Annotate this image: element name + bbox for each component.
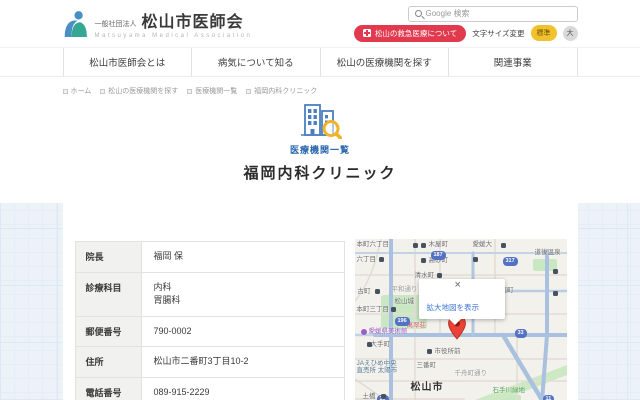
station-icon	[552, 291, 558, 296]
row-value: 790-0002	[140, 315, 345, 347]
station-icon	[420, 258, 426, 263]
breadcrumb-item[interactable]: 松山の医療機関を探す	[100, 86, 178, 96]
row-value: 089-915-2229	[140, 376, 345, 400]
map-place-label: 本町三丁目	[356, 306, 390, 313]
table-row: 電話番号 089-915-2229	[74, 376, 345, 400]
content-card: 院長 福岡 保診療科目 内科 胃腸科 郵便番号 790-0002 住所 松山市二番町3丁目1…	[62, 203, 578, 400]
map-place-label: 三番町	[416, 362, 437, 369]
table-row: 診療科目 内科 胃腸科	[74, 271, 345, 317]
nav-item[interactable]: 病気について知る	[191, 48, 320, 76]
station-icon	[436, 273, 442, 278]
station-icon	[366, 342, 372, 347]
map-place-label: 松山市	[410, 382, 444, 393]
breadcrumb-label: ホーム	[70, 88, 92, 95]
hospital-search-icon	[301, 104, 342, 139]
nav-item[interactable]: 松山市医師会とは	[62, 48, 192, 76]
emergency-info-button[interactable]: 松山の救急医療について	[353, 24, 467, 42]
site-logo[interactable]: 一般社団法人 松山市医師会 Matsuyama Medical Associat…	[63, 8, 253, 39]
row-label: 郵便番号	[74, 315, 142, 347]
breadcrumb-item[interactable]: 福岡内科クリニック	[246, 86, 317, 96]
info-window-close-icon[interactable]: ×	[455, 280, 461, 291]
map-place-label: 六丁目	[356, 256, 377, 263]
map-place-label: 古町	[357, 288, 371, 295]
breadcrumb-label: 医療機関一覧	[195, 88, 238, 95]
nav-items-container: 松山市医師会とは 病気について知る 松山の医療機関を探す 関連事業	[62, 48, 578, 76]
map-place-label: 木屋町	[428, 241, 449, 248]
font-size-label: 文字サイズ変更	[472, 28, 525, 38]
map-place-label: 平和通り	[391, 286, 418, 293]
station-icon	[472, 257, 478, 262]
org-name-en: Matsuyama Medical Association	[94, 33, 253, 39]
table-row: 郵便番号 790-0002	[74, 315, 345, 347]
row-label: 診療科目	[74, 271, 142, 317]
route-shield-icon: 11	[542, 395, 555, 400]
breadcrumb-marker-icon	[62, 88, 68, 94]
enlarge-map-link[interactable]: 拡大地図を表示	[427, 302, 480, 313]
breadcrumb-marker-icon	[100, 88, 106, 94]
breadcrumb-label: 松山の医療機関を探す	[108, 88, 179, 95]
map-info-window: × 拡大地図を表示	[418, 279, 505, 325]
route-shield-icon: 317	[502, 257, 518, 266]
breadcrumb-item[interactable]: ホーム	[62, 86, 92, 96]
detail-table-body: 院長 福岡 保診療科目 内科 胃腸科 郵便番号 790-0002 住所 松山市二番町3丁目1…	[74, 241, 345, 400]
breadcrumb-label: 福岡内科クリニック	[254, 88, 318, 95]
map-place-label: 愛媛大	[472, 241, 493, 248]
map-place-label: 土橋	[362, 393, 376, 400]
table-row: 住所 松山市二番町3丁目10-2	[74, 346, 345, 378]
row-label: 院長	[74, 241, 142, 273]
first-aid-icon	[362, 29, 371, 37]
main-nav: 松山市医師会とは 病気について知る 松山の医療機関を探す 関連事業	[0, 47, 640, 77]
map-place-label: 道後温泉	[534, 249, 561, 256]
row-label: 住所	[74, 346, 142, 378]
map-place-label: 松山城	[394, 298, 415, 305]
clinic-detail-table: 院長 福岡 保診療科目 内科 胃腸科 郵便番号 790-0002 住所 松山市二番町3丁目1…	[74, 241, 345, 400]
map-place-label: 本町六丁目	[356, 241, 390, 248]
breadcrumb-marker-icon	[246, 88, 252, 94]
row-label: 電話番号	[74, 376, 142, 400]
row-value: 松山市二番町3丁目10-2	[140, 346, 345, 378]
search-input[interactable]	[425, 9, 556, 18]
page-category: 医療機関一覧	[289, 145, 350, 155]
google-map-embed[interactable]: 本町六丁目 木屋町 愛媛大 道後温泉 六丁目 高砂町 清水町 古町 南町 本町三丁目 平和通り 松山城…	[354, 239, 567, 400]
emergency-button-label: 松山の救急医療について	[374, 28, 458, 38]
map-place-label: 直売所 太陽市	[356, 367, 398, 374]
route-shield-icon: 187	[430, 251, 446, 260]
search-icon	[414, 10, 422, 17]
person-logo-icon	[64, 10, 87, 37]
map-place-label: 市役所前	[434, 348, 461, 355]
site-header: 一般社団法人 松山市医師会 Matsuyama Medical Associat…	[0, 0, 640, 47]
font-size-standard-button[interactable]: 標準	[530, 25, 557, 41]
map-place-label: 千舟町通り	[454, 370, 488, 377]
hero-section: ホーム 松山の医療機関を探す 医療機関一覧 福岡内科クリニック 医療機関一覧 福岡内科…	[0, 77, 640, 203]
map-place-label: 石手川緑地	[492, 387, 526, 394]
route-shield-icon: 196	[394, 317, 410, 326]
route-shield-icon: 33	[514, 329, 527, 338]
station-icon	[552, 269, 558, 274]
row-value: 内科 胃腸科	[140, 271, 345, 317]
station-icon	[412, 243, 418, 248]
nav-item[interactable]: 松山の医療機関を探す	[319, 48, 449, 76]
station-icon	[374, 289, 380, 294]
station-icon	[390, 307, 396, 312]
station-icon	[380, 394, 386, 399]
breadcrumb-marker-icon	[187, 88, 193, 94]
breadcrumb: ホーム 松山の医療機関を探す 医療機関一覧 福岡内科クリニック	[62, 86, 578, 96]
nav-item[interactable]: 関連事業	[448, 48, 578, 76]
page-title: 福岡内科クリニック	[243, 165, 397, 182]
station-icon	[378, 257, 384, 262]
station-icon	[426, 349, 432, 354]
table-row: 院長 福岡 保	[74, 241, 345, 273]
search-box[interactable]	[407, 5, 578, 22]
map-place-label: 愛媛県美術館	[360, 328, 408, 336]
row-value: 福岡 保	[140, 241, 345, 273]
org-type: 一般社団法人	[94, 21, 137, 28]
station-icon	[500, 243, 506, 248]
poi-dot-icon	[360, 329, 367, 336]
station-icon	[420, 243, 426, 248]
map-place-label: 大手町	[370, 341, 391, 348]
font-size-large-button[interactable]: 大	[562, 25, 578, 41]
breadcrumb-item[interactable]: 医療機関一覧	[187, 86, 237, 96]
org-name: 松山市医師会	[141, 14, 244, 31]
